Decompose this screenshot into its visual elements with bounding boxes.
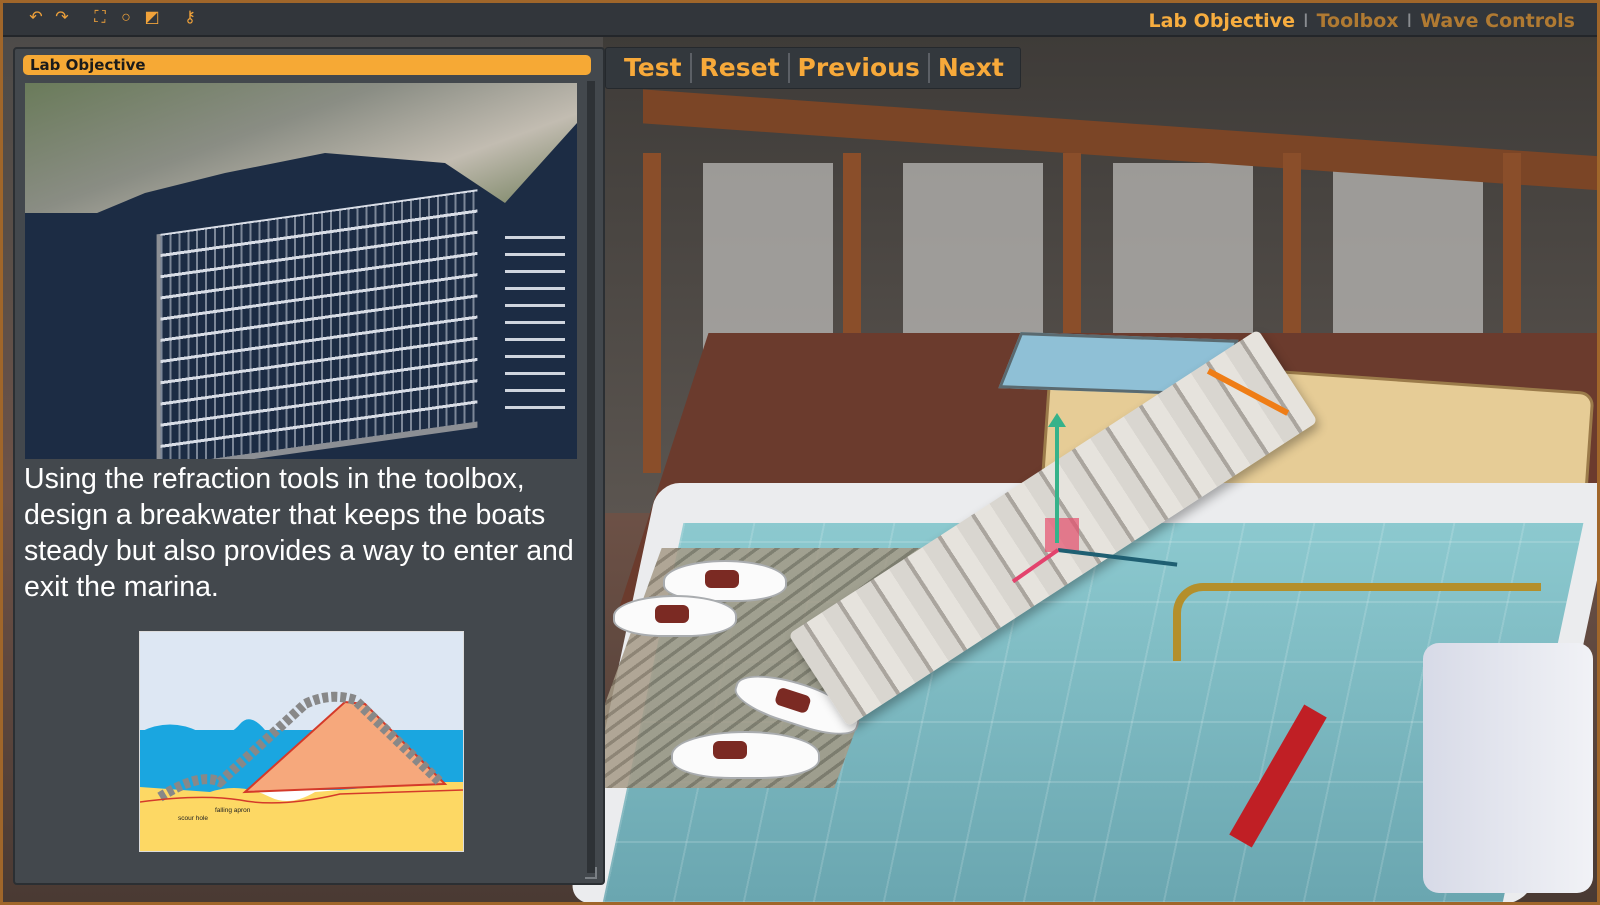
next-button[interactable]: Next xyxy=(930,53,1012,83)
reset-button[interactable]: Reset xyxy=(692,53,790,83)
toolbar-icons: ↶ ↷ ⛶ ○ ◩ ⚷ xyxy=(27,9,199,27)
nav-toolbox[interactable]: Toolbox xyxy=(1317,10,1399,32)
key-icon[interactable]: ⚷ xyxy=(181,9,199,27)
marina-aerial-photo xyxy=(25,83,577,459)
boat xyxy=(671,731,820,779)
main-nav: Lab Objective I Toolbox I Wave Controls xyxy=(1149,10,1575,32)
action-bar: Test Reset Previous Next xyxy=(605,47,1021,89)
breakwater-diagram-graphic: scour hole falling apron xyxy=(140,632,463,851)
nav-separator: I xyxy=(1406,10,1413,32)
panel-scrollbar[interactable] xyxy=(587,81,595,873)
redo-icon[interactable]: ↷ xyxy=(53,9,71,27)
diagram-label-apron: falling apron xyxy=(215,807,251,814)
gizmo-y-axis-handle[interactable] xyxy=(1048,413,1066,543)
fullscreen-icon[interactable]: ⛶ xyxy=(91,9,109,27)
panel-title[interactable]: Lab Objective xyxy=(23,55,591,75)
nav-separator: I xyxy=(1302,10,1309,32)
lab-objective-panel: Lab Objective Using the refraction tools… xyxy=(13,47,605,885)
boat xyxy=(613,595,737,637)
breakwater-diagram: scour hole falling apron xyxy=(139,631,464,852)
app-window: ↶ ↷ ⛶ ○ ◩ ⚷ Lab Objective I Toolbox I Wa… xyxy=(0,0,1600,905)
previous-button[interactable]: Previous xyxy=(790,53,930,83)
wave-machine xyxy=(1423,643,1593,893)
nav-wave-controls[interactable]: Wave Controls xyxy=(1420,10,1575,32)
undo-icon[interactable]: ↶ xyxy=(27,9,45,27)
diagram-label-scour: scour hole xyxy=(178,815,208,822)
resize-window-icon[interactable]: ◩ xyxy=(143,9,161,27)
objective-text: Using the refraction tools in the toolbo… xyxy=(24,463,574,603)
nav-lab-objective[interactable]: Lab Objective xyxy=(1149,10,1295,32)
circle-icon[interactable]: ○ xyxy=(117,9,135,27)
top-toolbar: ↶ ↷ ⛶ ○ ◩ ⚷ Lab Objective I Toolbox I Wa… xyxy=(3,3,1597,37)
panel-resize-handle[interactable] xyxy=(585,867,597,879)
test-button[interactable]: Test xyxy=(616,53,692,83)
transform-gizmo-center[interactable] xyxy=(1045,518,1079,552)
